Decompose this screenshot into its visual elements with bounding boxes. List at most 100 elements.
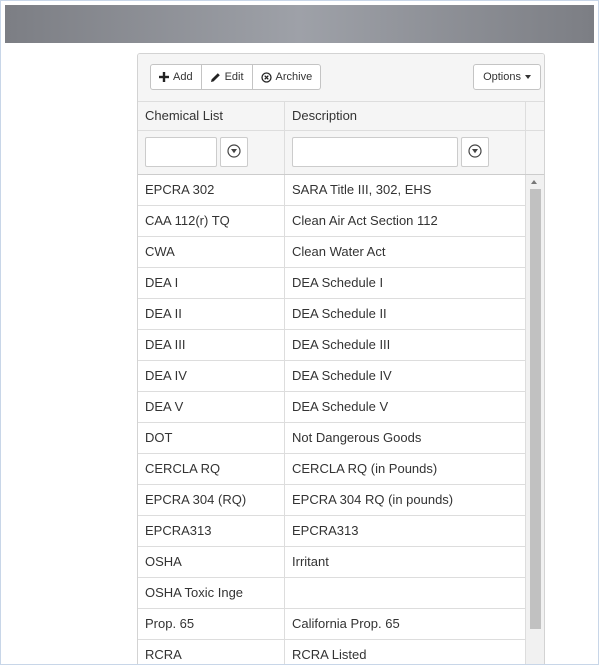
scrollbar-thumb[interactable] <box>530 189 541 629</box>
table-row[interactable]: OSHA Irritant <box>138 547 526 578</box>
chemical-list-cell: EPCRA313 <box>138 516 285 546</box>
chemical-list-value: CAA 112(r) TQ <box>145 213 230 228</box>
chemical-list-cell: EPCRA 304 (RQ) <box>138 485 285 515</box>
options-dropdown-button[interactable]: Options <box>473 64 541 90</box>
top-banner <box>5 5 594 43</box>
description-value: Irritant <box>292 554 329 569</box>
header-scroll-spacer <box>526 102 544 130</box>
table-row[interactable]: CAA 112(r) TQ Clean Air Act Section 112 <box>138 206 526 237</box>
description-value: RCRA Listed <box>292 647 367 662</box>
table-row[interactable]: DOT Not Dangerous Goods <box>138 423 526 454</box>
description-cell: EPCRA 304 RQ (in pounds) <box>285 485 526 515</box>
scroll-up-arrow-icon[interactable] <box>531 180 537 184</box>
description-cell: DEA Schedule IV <box>285 361 526 391</box>
caret-down-icon <box>525 75 531 79</box>
table-row[interactable]: Prop. 65 California Prop. 65 <box>138 609 526 640</box>
chemical-list-value: OSHA Toxic Inge <box>145 585 244 600</box>
description-cell: RCRA Listed <box>285 640 526 664</box>
description-cell: Irritant <box>285 547 526 577</box>
chemical-list-cell: OSHA Toxic Inge <box>138 578 285 608</box>
chemical-list-cell: DEA II <box>138 299 285 329</box>
chemical-list-value: EPCRA313 <box>145 523 212 538</box>
grid-toolbar: Add Edit Archive Options <box>138 54 544 102</box>
edit-button-label: Edit <box>224 71 244 83</box>
table-body: EPCRA 302 SARA Title III, 302, EHS CAA 11… <box>138 175 526 664</box>
column-header-chemical-list[interactable]: Chemical List <box>138 102 285 130</box>
table-row[interactable]: DEA III DEA Schedule III <box>138 330 526 361</box>
table-row[interactable]: OSHA Toxic Inge <box>138 578 526 609</box>
archive-button[interactable]: Archive <box>252 64 322 90</box>
description-value: DEA Schedule V <box>292 399 389 414</box>
vertical-scrollbar[interactable] <box>526 175 544 664</box>
description-filter-cell <box>285 131 526 174</box>
chemical-list-cell: DEA I <box>138 268 285 298</box>
filter-row <box>138 131 544 175</box>
description-value: California Prop. 65 <box>292 616 400 631</box>
table-row[interactable]: EPCRA313 EPCRA313 <box>138 516 526 547</box>
description-cell: CERCLA RQ (in Pounds) <box>285 454 526 484</box>
filter-icon <box>227 143 241 161</box>
table-row[interactable]: DEA IV DEA Schedule IV <box>138 361 526 392</box>
description-cell: Clean Air Act Section 112 <box>285 206 526 236</box>
table-row[interactable]: CWA Clean Water Act <box>138 237 526 268</box>
filter-scroll-spacer <box>526 131 544 174</box>
table-row[interactable]: DEA II DEA Schedule II <box>138 299 526 330</box>
description-value: Clean Air Act Section 112 <box>292 213 438 228</box>
description-value: DEA Schedule III <box>292 337 391 352</box>
description-value: Clean Water Act <box>292 244 386 259</box>
table-row[interactable]: DEA I DEA Schedule I <box>138 268 526 299</box>
chemical-list-value: CWA <box>145 244 175 259</box>
add-button[interactable]: Add <box>150 64 202 90</box>
edit-button[interactable]: Edit <box>201 64 253 90</box>
column-header-description[interactable]: Description <box>285 102 526 130</box>
description-cell: DEA Schedule II <box>285 299 526 329</box>
description-value: DEA Schedule II <box>292 306 387 321</box>
column-header-label: Description <box>292 108 358 123</box>
description-filter-button[interactable] <box>461 137 489 167</box>
chemical-list-value: DEA V <box>145 399 184 414</box>
chemical-list-value: DEA II <box>145 306 182 321</box>
description-value: DEA Schedule IV <box>292 368 392 383</box>
description-value: Not Dangerous Goods <box>292 430 422 445</box>
table-row[interactable]: DEA V DEA Schedule V <box>138 392 526 423</box>
column-header-label: Chemical List <box>145 108 224 123</box>
table-row[interactable]: RCRA RCRA Listed <box>138 640 526 664</box>
chemical-list-filter-input[interactable] <box>145 137 217 167</box>
chemical-list-filter-button[interactable] <box>220 137 248 167</box>
options-button-label: Options <box>483 71 521 83</box>
archive-button-label: Archive <box>275 71 313 83</box>
description-cell: SARA Title III, 302, EHS <box>285 175 526 205</box>
table-row[interactable]: EPCRA 302 SARA Title III, 302, EHS <box>138 175 526 206</box>
chemical-list-value: Prop. 65 <box>145 616 195 631</box>
description-value: EPCRA 304 RQ (in pounds) <box>292 492 454 507</box>
chemical-list-value: DEA III <box>145 337 186 352</box>
chemical-list-cell: CAA 112(r) TQ <box>138 206 285 236</box>
description-cell: Not Dangerous Goods <box>285 423 526 453</box>
chemical-list-value: RCRA <box>145 647 182 662</box>
chemical-list-filter-cell <box>138 131 285 174</box>
app-window: Add Edit Archive Options Chemical List D… <box>0 0 599 665</box>
pencil-icon <box>210 72 221 83</box>
chemical-list-cell: OSHA <box>138 547 285 577</box>
description-cell: Clean Water Act <box>285 237 526 267</box>
chemical-list-panel: Add Edit Archive Options Chemical List D… <box>137 53 545 664</box>
description-filter-input[interactable] <box>292 137 458 167</box>
chemical-list-cell: DEA IV <box>138 361 285 391</box>
add-button-label: Add <box>173 71 193 83</box>
chemical-list-value: OSHA <box>145 554 182 569</box>
chemical-list-cell: CERCLA RQ <box>138 454 285 484</box>
description-cell: California Prop. 65 <box>285 609 526 639</box>
description-value: SARA Title III, 302, EHS <box>292 182 432 197</box>
description-cell: EPCRA313 <box>285 516 526 546</box>
chemical-list-cell: DOT <box>138 423 285 453</box>
chemical-list-cell: RCRA <box>138 640 285 664</box>
circle-x-icon <box>260 71 272 83</box>
description-value: CERCLA RQ (in Pounds) <box>292 461 438 476</box>
chemical-list-value: EPCRA 304 (RQ) <box>145 492 247 507</box>
description-cell: DEA Schedule III <box>285 330 526 360</box>
action-button-group: Add Edit Archive <box>150 64 322 90</box>
plus-icon <box>159 72 169 82</box>
table-row[interactable]: EPCRA 304 (RQ) EPCRA 304 RQ (in pounds) <box>138 485 526 516</box>
table-row[interactable]: CERCLA RQ CERCLA RQ (in Pounds) <box>138 454 526 485</box>
chemical-list-cell: DEA V <box>138 392 285 422</box>
